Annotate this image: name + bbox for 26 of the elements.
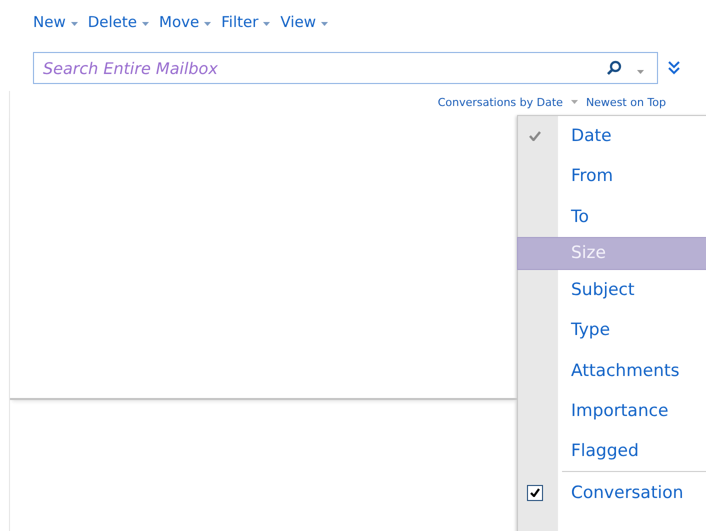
caret-icon xyxy=(570,100,578,104)
toolbar-menu-button[interactable]: View xyxy=(280,10,328,34)
dropdown-caret-icon[interactable] xyxy=(637,70,644,74)
caret-icon xyxy=(263,22,270,26)
search-icon[interactable] xyxy=(606,60,622,76)
menu-item[interactable]: Date xyxy=(518,116,706,156)
menu-item[interactable]: To xyxy=(518,196,706,237)
toolbar-menu-button[interactable]: New xyxy=(33,10,78,34)
caret-icon xyxy=(321,22,328,26)
toolbar-menu-button[interactable]: Move xyxy=(159,10,212,34)
caret-icon xyxy=(204,22,212,26)
menu-item[interactable]: Type xyxy=(518,310,706,350)
menu-item[interactable]: Flagged xyxy=(518,431,706,472)
caret-icon xyxy=(70,22,78,26)
sort-order-link[interactable]: Newest on Top xyxy=(586,96,666,108)
expand-icon[interactable] xyxy=(668,61,680,75)
menu-item[interactable]: Subject xyxy=(518,270,706,310)
search-field[interactable]: Search Entire Mailbox xyxy=(33,52,658,84)
toolbar-menu-button[interactable]: Delete xyxy=(88,10,150,34)
arrange-by-link[interactable]: Conversations by Date xyxy=(438,96,563,108)
menu-item[interactable]: Attachments xyxy=(518,350,706,391)
menu-item[interactable]: Conversation xyxy=(518,472,706,513)
menu-item[interactable]: From xyxy=(518,156,706,197)
menu-item[interactable]: Importance xyxy=(518,390,706,432)
caret-icon xyxy=(142,22,150,26)
toolbar-menu-button[interactable]: Filter xyxy=(221,10,270,34)
